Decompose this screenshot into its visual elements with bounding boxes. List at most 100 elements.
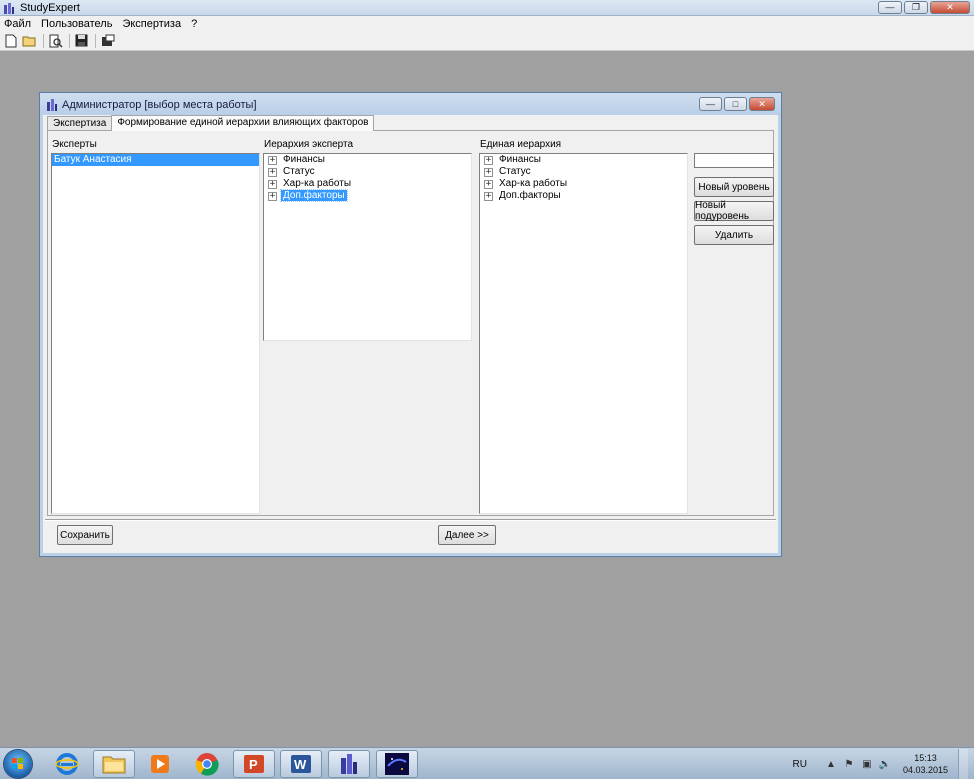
print-preview-icon	[49, 34, 63, 48]
taskbar-chrome[interactable]	[186, 750, 228, 778]
print-preview-button[interactable]	[47, 33, 64, 49]
app-window-controls: — ❐ ✕	[878, 1, 970, 14]
expand-icon[interactable]: +	[484, 180, 493, 189]
windows-logo-icon	[12, 758, 23, 769]
start-button[interactable]	[4, 750, 32, 778]
expand-icon[interactable]: +	[268, 156, 277, 165]
save-button[interactable]: Сохранить	[57, 525, 113, 545]
expand-icon[interactable]: +	[268, 180, 277, 189]
new-document-icon	[5, 34, 16, 47]
maximize-button[interactable]: ❐	[904, 1, 928, 14]
clock[interactable]: 15:13 04.03.2015	[903, 752, 948, 776]
dialog-maximize-button[interactable]: □	[724, 97, 747, 111]
tree-node-job-characteristics[interactable]: + Хар-ка работы	[480, 178, 687, 190]
menu-help[interactable]: ?	[191, 18, 197, 30]
taskbar-word[interactable]: W	[280, 750, 322, 778]
menu-user[interactable]: Пользователь	[41, 18, 112, 30]
minimize-button[interactable]: —	[878, 1, 902, 14]
language-indicator[interactable]: RU	[793, 759, 807, 770]
taskbar-powerpoint[interactable]: P	[233, 750, 275, 778]
expand-icon[interactable]: +	[484, 192, 493, 201]
menu-bar: Файл Пользователь Экспертиза ?	[0, 16, 974, 31]
dialog-body: Экспертиза Формирование единой иерархии …	[45, 115, 776, 552]
tree-node-status[interactable]: + Статус	[264, 166, 471, 178]
tree-node-job-characteristics[interactable]: + Хар-ка работы	[264, 178, 471, 190]
tab-expertise[interactable]: Экспертиза	[47, 116, 113, 131]
tree-node-label: Доп.факторы	[280, 189, 348, 202]
media-player-icon	[151, 755, 169, 773]
action-center-flag-icon[interactable]: ⚑	[843, 758, 855, 770]
studyexpert-icon	[341, 754, 357, 774]
toolbar-separator	[43, 33, 44, 48]
app-title: StudyExpert	[20, 2, 80, 14]
tab-unified-hierarchy[interactable]: Формирование единой иерархии влияющих фа…	[111, 115, 375, 131]
taskbar-file-explorer[interactable]	[93, 750, 135, 778]
settings-button[interactable]	[99, 33, 116, 49]
dialog-minimize-button[interactable]: —	[699, 97, 722, 111]
open-button[interactable]	[21, 33, 38, 49]
list-item[interactable]: Батук Анастасия	[52, 154, 259, 166]
tree-node-label: Статус	[283, 166, 315, 177]
taskbar-studyexpert[interactable]	[328, 750, 370, 778]
dialog-title: Администратор [выбор места работы]	[62, 99, 257, 111]
app-titlebar: StudyExpert — ❐ ✕	[0, 0, 974, 16]
tab-strip: Экспертиза Формирование единой иерархии …	[47, 115, 375, 131]
menu-expertise[interactable]: Экспертиза	[122, 18, 181, 30]
expert-hierarchy-label: Иерархия эксперта	[264, 139, 354, 150]
minimize-icon: —	[706, 98, 715, 109]
expand-icon[interactable]: +	[484, 168, 493, 177]
expert-hierarchy-tree[interactable]: + Финансы + Статус + Хар-ка работы + Доп…	[263, 153, 472, 341]
experts-label: Эксперты	[52, 139, 97, 150]
tree-node-label: Доп.факторы	[499, 190, 561, 201]
clock-time: 15:13	[914, 753, 937, 763]
tree-node-label: Хар-ка работы	[499, 178, 568, 189]
tree-node-finance[interactable]: + Финансы	[480, 154, 687, 166]
file-explorer-icon	[102, 756, 126, 774]
chrome-icon	[195, 753, 219, 776]
show-hidden-icons-icon[interactable]: ▲	[825, 758, 837, 770]
menu-file[interactable]: Файл	[4, 18, 31, 30]
taskbar-stellarium[interactable]	[376, 750, 418, 778]
tree-node-additional-factors[interactable]: + Доп.факторы	[264, 189, 471, 202]
powerpoint-icon: P	[244, 755, 264, 773]
toolbar-separator	[95, 33, 96, 48]
next-button[interactable]: Далее >>	[438, 525, 496, 545]
close-button[interactable]: ✕	[930, 1, 970, 14]
unified-hierarchy-label: Единая иерархия	[480, 139, 562, 150]
expand-icon[interactable]: +	[484, 156, 493, 165]
save-icon	[75, 34, 88, 47]
dialog-app-icon	[47, 99, 57, 111]
close-icon: ✕	[758, 98, 766, 109]
taskbar-internet-explorer[interactable]	[46, 750, 88, 778]
save-button-toolbar[interactable]	[73, 33, 90, 49]
delete-button[interactable]: Удалить	[694, 225, 774, 245]
svg-text:W: W	[294, 757, 307, 772]
svg-text:P: P	[249, 757, 258, 772]
dialog-window-controls: — □ ✕	[699, 97, 775, 111]
volume-icon[interactable]: 🔈	[879, 758, 891, 770]
new-sublevel-button[interactable]: Новый подуровень	[694, 200, 774, 222]
toolbar	[0, 31, 974, 51]
tree-node-label: Финансы	[499, 154, 541, 165]
unified-hierarchy-tree[interactable]: + Финансы + Статус + Хар-ка работы + Доп…	[479, 153, 688, 514]
experts-list[interactable]: Батук Анастасия	[51, 153, 260, 514]
show-desktop-button[interactable]	[958, 749, 968, 779]
clock-date: 04.03.2015	[902, 765, 948, 775]
taskbar-media-player[interactable]	[139, 750, 181, 778]
new-level-button[interactable]: Новый уровень	[694, 177, 774, 197]
new-document-button[interactable]	[2, 33, 19, 49]
taskbar: P W RU ▲ ⚑ ▣ 🔈 15:13 04.03.2015	[0, 747, 974, 779]
tree-node-label: Статус	[499, 166, 531, 177]
level-name-input[interactable]	[694, 153, 774, 168]
system-tray: RU ▲ ⚑ ▣ 🔈 15:13 04.03.2015	[793, 748, 974, 779]
minimize-icon: —	[885, 2, 895, 12]
tab-panel: Эксперты Батук Анастасия Иерархия экспер…	[47, 130, 774, 516]
app-logo-icon	[4, 3, 14, 14]
network-icon[interactable]: ▣	[861, 758, 873, 770]
tree-node-finance[interactable]: + Финансы	[264, 154, 471, 166]
tree-node-additional-factors[interactable]: + Доп.факторы	[480, 190, 687, 202]
expand-icon[interactable]: +	[268, 192, 277, 201]
tree-node-status[interactable]: + Статус	[480, 166, 687, 178]
dialog-close-button[interactable]: ✕	[749, 97, 775, 111]
expand-icon[interactable]: +	[268, 168, 277, 177]
